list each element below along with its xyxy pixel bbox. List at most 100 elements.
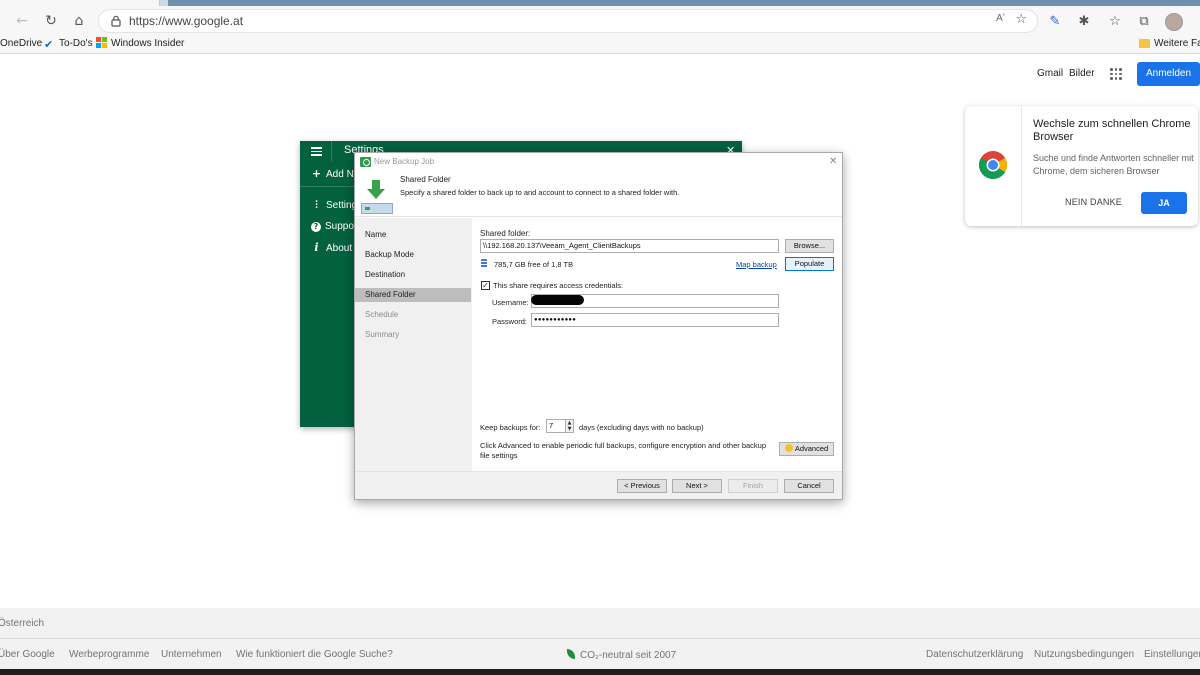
free-space-text: 785,7 GB free of 1,8 TB (494, 260, 574, 269)
step-destination[interactable]: Destination (355, 268, 471, 282)
wizard-header: Shared Folder Specify a shared folder to… (355, 171, 842, 217)
wizard-steps-panel: Name Backup Mode Destination Shared Fold… (355, 218, 472, 471)
menu-support[interactable]: ? Suppor (311, 221, 357, 232)
favorite-label: OneDrive (0, 38, 43, 49)
step-name[interactable]: Name (355, 228, 471, 242)
step-schedule[interactable]: Schedule (355, 308, 471, 322)
credentials-checkbox[interactable]: ✓ (481, 281, 490, 290)
step-shared-folder[interactable]: Shared Folder (355, 288, 471, 302)
checkmark-icon: ✔ (44, 38, 54, 51)
shared-folder-icon (361, 203, 393, 214)
dialog-titlebar: New Backup Job ✕ (355, 153, 842, 171)
lock-icon (111, 15, 121, 27)
apps-grid-icon[interactable] (1110, 68, 1122, 80)
footer-link-how-search-works[interactable]: Wie funktioniert die Google Suche? (236, 649, 393, 660)
step-backup-mode[interactable]: Backup Mode (355, 248, 471, 262)
shared-folder-label: Shared folder: (480, 229, 531, 238)
carbon-neutral-label: CO₂-neutral seit 2007 (580, 650, 677, 661)
browser-toolbar: ← ↻ ⌂ https://www.google.at Aʼ ☆ ✎ ✱ ☆ ⧉ (0, 6, 1200, 34)
favorite-label: Windows Insider (111, 38, 185, 49)
keep-backups-input[interactable]: 7 (546, 419, 566, 433)
populate-button[interactable]: Populate (785, 257, 834, 271)
folder-icon (1139, 39, 1150, 48)
wizard-button-bar: < Previous Next > Finish Cancel (355, 471, 842, 499)
map-backup-link[interactable]: Map backup (736, 260, 777, 269)
footer-link-privacy[interactable]: Datenschutzerklärung (926, 649, 1023, 660)
favorite-onedrive[interactable]: OneDrive (0, 37, 42, 51)
redacted-username (531, 295, 584, 305)
dialog-title: New Backup Job (374, 157, 435, 166)
windows-logo-icon (96, 37, 107, 48)
refresh-icon[interactable]: ↻ (42, 12, 60, 30)
add-favorite-star-icon[interactable]: ☆ (1015, 12, 1027, 27)
gmail-link[interactable]: Gmail (1037, 68, 1063, 79)
header-separator (331, 141, 332, 161)
finish-button[interactable]: Finish (728, 479, 778, 493)
menu-label: Setting (326, 200, 358, 211)
promo-yes-button[interactable]: JA (1141, 192, 1187, 214)
profile-avatar[interactable] (1165, 13, 1183, 31)
footer-carbon-neutral[interactable]: CO₂-neutral seit 2007 (567, 649, 676, 661)
footer-link-about[interactable]: Über Google (0, 649, 55, 660)
advanced-button[interactable]: Advanced (779, 442, 834, 456)
dialog-close-icon[interactable]: ✕ (829, 156, 837, 167)
previous-button[interactable]: < Previous (617, 479, 667, 493)
step-summary[interactable]: Summary (355, 328, 471, 342)
plus-icon: + (311, 167, 322, 180)
wizard-step-title: Shared Folder (400, 175, 451, 184)
footer-divider (0, 638, 1200, 639)
collections-pen-icon[interactable]: ✎ (1046, 13, 1064, 31)
home-icon[interactable]: ⌂ (70, 12, 88, 30)
back-arrow-icon[interactable]: ← (13, 12, 31, 30)
menu-settings[interactable]: ⫶ Setting (311, 200, 357, 211)
signin-button[interactable]: Anmelden (1137, 62, 1200, 86)
footer-link-business[interactable]: Unternehmen (161, 649, 222, 660)
shared-folder-input[interactable]: \\192.168.20.137\Veeam_Agent_ClientBacku… (480, 239, 779, 253)
cancel-button[interactable]: Cancel (784, 479, 834, 493)
info-icon: i (314, 241, 319, 254)
advanced-hint: Click Advanced to enable periodic full b… (480, 441, 767, 460)
favorite-todo[interactable]: ✔ To-Do's (44, 37, 93, 51)
read-aloud-icon[interactable]: Aʼ (996, 13, 1005, 24)
footer-link-settings[interactable]: Einstellungen (1144, 649, 1200, 660)
promo-divider (1021, 106, 1022, 226)
menu-about[interactable]: i About (311, 241, 352, 254)
favorite-label: To-Do's (59, 38, 93, 49)
download-arrow-icon (367, 180, 385, 199)
bilder-link[interactable]: Bilder (1069, 68, 1095, 79)
favorites-star-icon[interactable]: ☆ (1106, 13, 1124, 31)
address-bar[interactable]: https://www.google.at Aʼ ☆ (98, 9, 1038, 33)
leaf-icon (567, 649, 575, 659)
sliders-icon: ⫶ (315, 200, 318, 211)
storage-icon (481, 259, 487, 268)
other-favorites-folder[interactable]: Weitere Favo (1139, 37, 1200, 51)
url-text: https://www.google.at (129, 14, 244, 28)
footer-link-terms[interactable]: Nutzungsbedingungen (1034, 649, 1134, 660)
footer-link-advertising[interactable]: Werbeprogramme (69, 649, 149, 660)
promo-title: Wechsle zum schnellen Chrome Browser (1033, 118, 1191, 143)
hamburger-menu-icon[interactable] (311, 147, 322, 156)
extensions-puzzle-icon[interactable]: ✱ (1075, 13, 1093, 31)
promo-description: Suche und finde Antworten schneller mit … (1033, 153, 1194, 176)
advanced-label: Advanced (794, 444, 829, 453)
menu-label: Suppor (325, 221, 358, 232)
username-label: Username: (492, 298, 529, 307)
promo-no-thanks-button[interactable]: NEIN DANKE (1065, 197, 1122, 207)
keep-backups-suffix: days (excluding days with no backup) (579, 423, 704, 432)
password-input[interactable]: ●●●●●●●●●●● (531, 313, 779, 327)
favorite-windows-insider[interactable]: Windows Insider (96, 37, 184, 51)
credentials-label: This share requires access credentials: (493, 281, 624, 290)
taskbar (0, 669, 1200, 675)
menu-label: About (326, 243, 353, 254)
browse-button[interactable]: Browse... (785, 239, 834, 253)
menu-add-new[interactable]: + Add Ne (311, 167, 359, 180)
google-footer: Österreich Über Google Werbeprogramme Un… (0, 608, 1200, 669)
keep-backups-spinner[interactable]: ▲ ▼ (565, 419, 574, 433)
new-backup-job-dialog: New Backup Job ✕ Shared Folder Specify a… (354, 152, 843, 500)
next-button[interactable]: Next > (672, 479, 722, 493)
menu-divider (300, 186, 360, 187)
chrome-promo-card: Wechsle zum schnellen Chrome Browser Suc… (965, 106, 1198, 226)
wizard-step-subtitle: Specify a shared folder to back up to an… (400, 188, 680, 197)
chrome-logo-icon (979, 151, 1007, 179)
collections-icon[interactable]: ⧉ (1135, 13, 1153, 31)
